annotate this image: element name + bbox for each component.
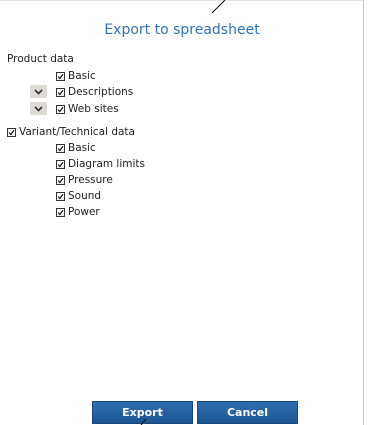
variant-technical-checkbox[interactable] (7, 127, 16, 137)
variant-technical-label: Variant/Technical data (19, 126, 135, 138)
variant-power-option[interactable]: Power (56, 205, 100, 219)
expand-web-sites-button[interactable] (30, 102, 47, 115)
variant-pressure-option[interactable]: Pressure (56, 173, 113, 187)
variant-basic-label: Basic (68, 142, 96, 154)
checkmark-icon (57, 145, 64, 152)
variant-diagram-limits-checkbox[interactable] (56, 159, 65, 169)
checkmark-icon (57, 89, 64, 96)
checkmark-icon (8, 129, 15, 136)
variant-sound-checkbox[interactable] (56, 191, 65, 201)
product-web-sites-label: Web sites (68, 103, 119, 115)
variant-diagram-limits-option[interactable]: Diagram limits (56, 157, 145, 171)
product-descriptions-checkbox[interactable] (56, 87, 65, 97)
export-button[interactable]: Export (92, 401, 193, 424)
product-data-label: Product data (7, 53, 74, 65)
variant-technical-option[interactable]: Variant/Technical data (7, 125, 135, 139)
checkmark-icon (57, 73, 64, 80)
cancel-button[interactable]: Cancel (197, 401, 298, 424)
expand-descriptions-button[interactable] (30, 85, 47, 98)
variant-diagram-limits-label: Diagram limits (68, 158, 145, 170)
variant-power-checkbox[interactable] (56, 207, 65, 217)
variant-pressure-checkbox[interactable] (56, 175, 65, 185)
checkmark-icon (57, 193, 64, 200)
checkmark-icon (57, 161, 64, 168)
chevron-down-icon (34, 105, 43, 112)
variant-basic-checkbox[interactable] (56, 143, 65, 153)
product-web-sites-option[interactable]: Web sites (56, 102, 119, 116)
product-basic-label: Basic (68, 70, 96, 82)
variant-basic-option[interactable]: Basic (56, 141, 96, 155)
chevron-down-icon (34, 88, 43, 95)
variant-power-label: Power (68, 206, 100, 218)
variant-pressure-label: Pressure (68, 174, 113, 186)
product-descriptions-option[interactable]: Descriptions (56, 85, 133, 99)
variant-sound-option[interactable]: Sound (56, 189, 101, 203)
checkmark-icon (57, 177, 64, 184)
dialog-title: Export to spreadsheet (104, 22, 260, 38)
product-web-sites-checkbox[interactable] (56, 104, 65, 114)
product-descriptions-label: Descriptions (68, 86, 134, 98)
checkmark-icon (57, 106, 64, 113)
variant-sound-label: Sound (68, 190, 102, 202)
product-basic-checkbox[interactable] (56, 71, 65, 81)
product-basic-option[interactable]: Basic (56, 69, 96, 83)
checkmark-icon (57, 209, 64, 216)
export-dialog: Export to spreadsheet Product data Basic… (0, 0, 364, 425)
